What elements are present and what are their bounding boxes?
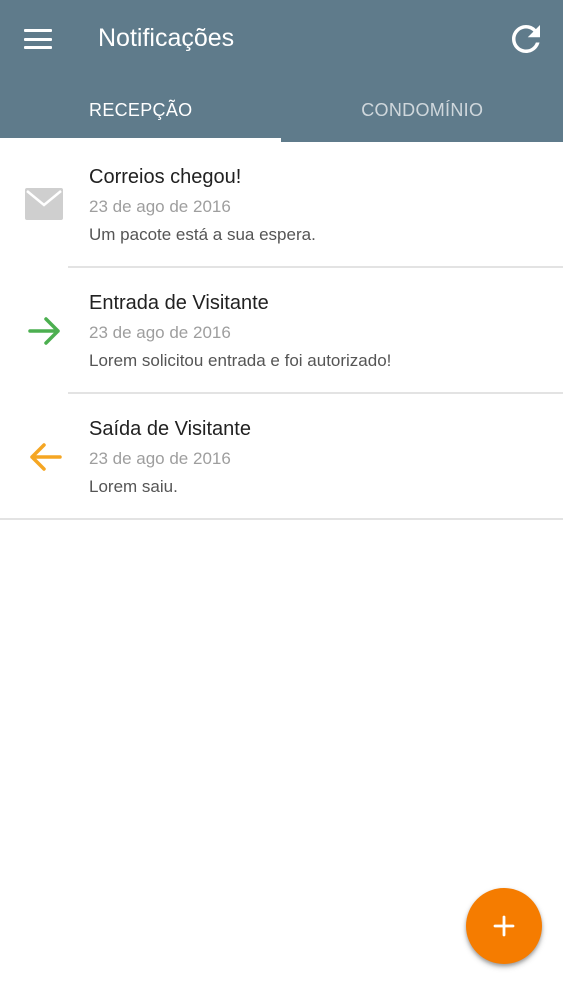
app-bar: Notificações RECEPÇÃO CONDOMÍNIO bbox=[0, 0, 563, 142]
tab-bar: RECEPÇÃO CONDOMÍNIO bbox=[0, 78, 563, 142]
notification-date: 23 de ago de 2016 bbox=[89, 323, 231, 342]
divider bbox=[0, 518, 563, 520]
arrow-right-icon bbox=[24, 314, 64, 353]
notification-title: Entrada de Visitante bbox=[89, 292, 269, 314]
arrow-left-icon bbox=[24, 440, 64, 479]
tab-condominio[interactable]: CONDOMÍNIO bbox=[282, 78, 563, 142]
notification-list: Correios chegou! 23 de ago de 2016 Um pa… bbox=[0, 142, 563, 520]
add-button[interactable] bbox=[466, 888, 542, 964]
plus-icon bbox=[493, 915, 515, 937]
page-title: Notificações bbox=[98, 24, 235, 52]
notification-title: Saída de Visitante bbox=[89, 418, 251, 440]
notification-item[interactable]: Saída de Visitante 23 de ago de 2016 Lor… bbox=[0, 394, 563, 520]
mail-icon bbox=[24, 187, 64, 226]
notification-date: 23 de ago de 2016 bbox=[89, 197, 231, 216]
refresh-icon[interactable] bbox=[505, 18, 547, 60]
tab-recepcao[interactable]: RECEPÇÃO bbox=[0, 78, 282, 142]
notification-body: Lorem saiu. bbox=[89, 477, 178, 496]
notification-body: Um pacote está a sua espera. bbox=[89, 225, 316, 244]
notification-body: Lorem solicitou entrada e foi autorizado… bbox=[89, 351, 392, 370]
notification-item[interactable]: Correios chegou! 23 de ago de 2016 Um pa… bbox=[0, 142, 563, 268]
notification-item[interactable]: Entrada de Visitante 23 de ago de 2016 L… bbox=[0, 268, 563, 394]
notification-title: Correios chegou! bbox=[89, 166, 242, 188]
notification-date: 23 de ago de 2016 bbox=[89, 449, 231, 468]
menu-icon[interactable] bbox=[22, 26, 54, 52]
